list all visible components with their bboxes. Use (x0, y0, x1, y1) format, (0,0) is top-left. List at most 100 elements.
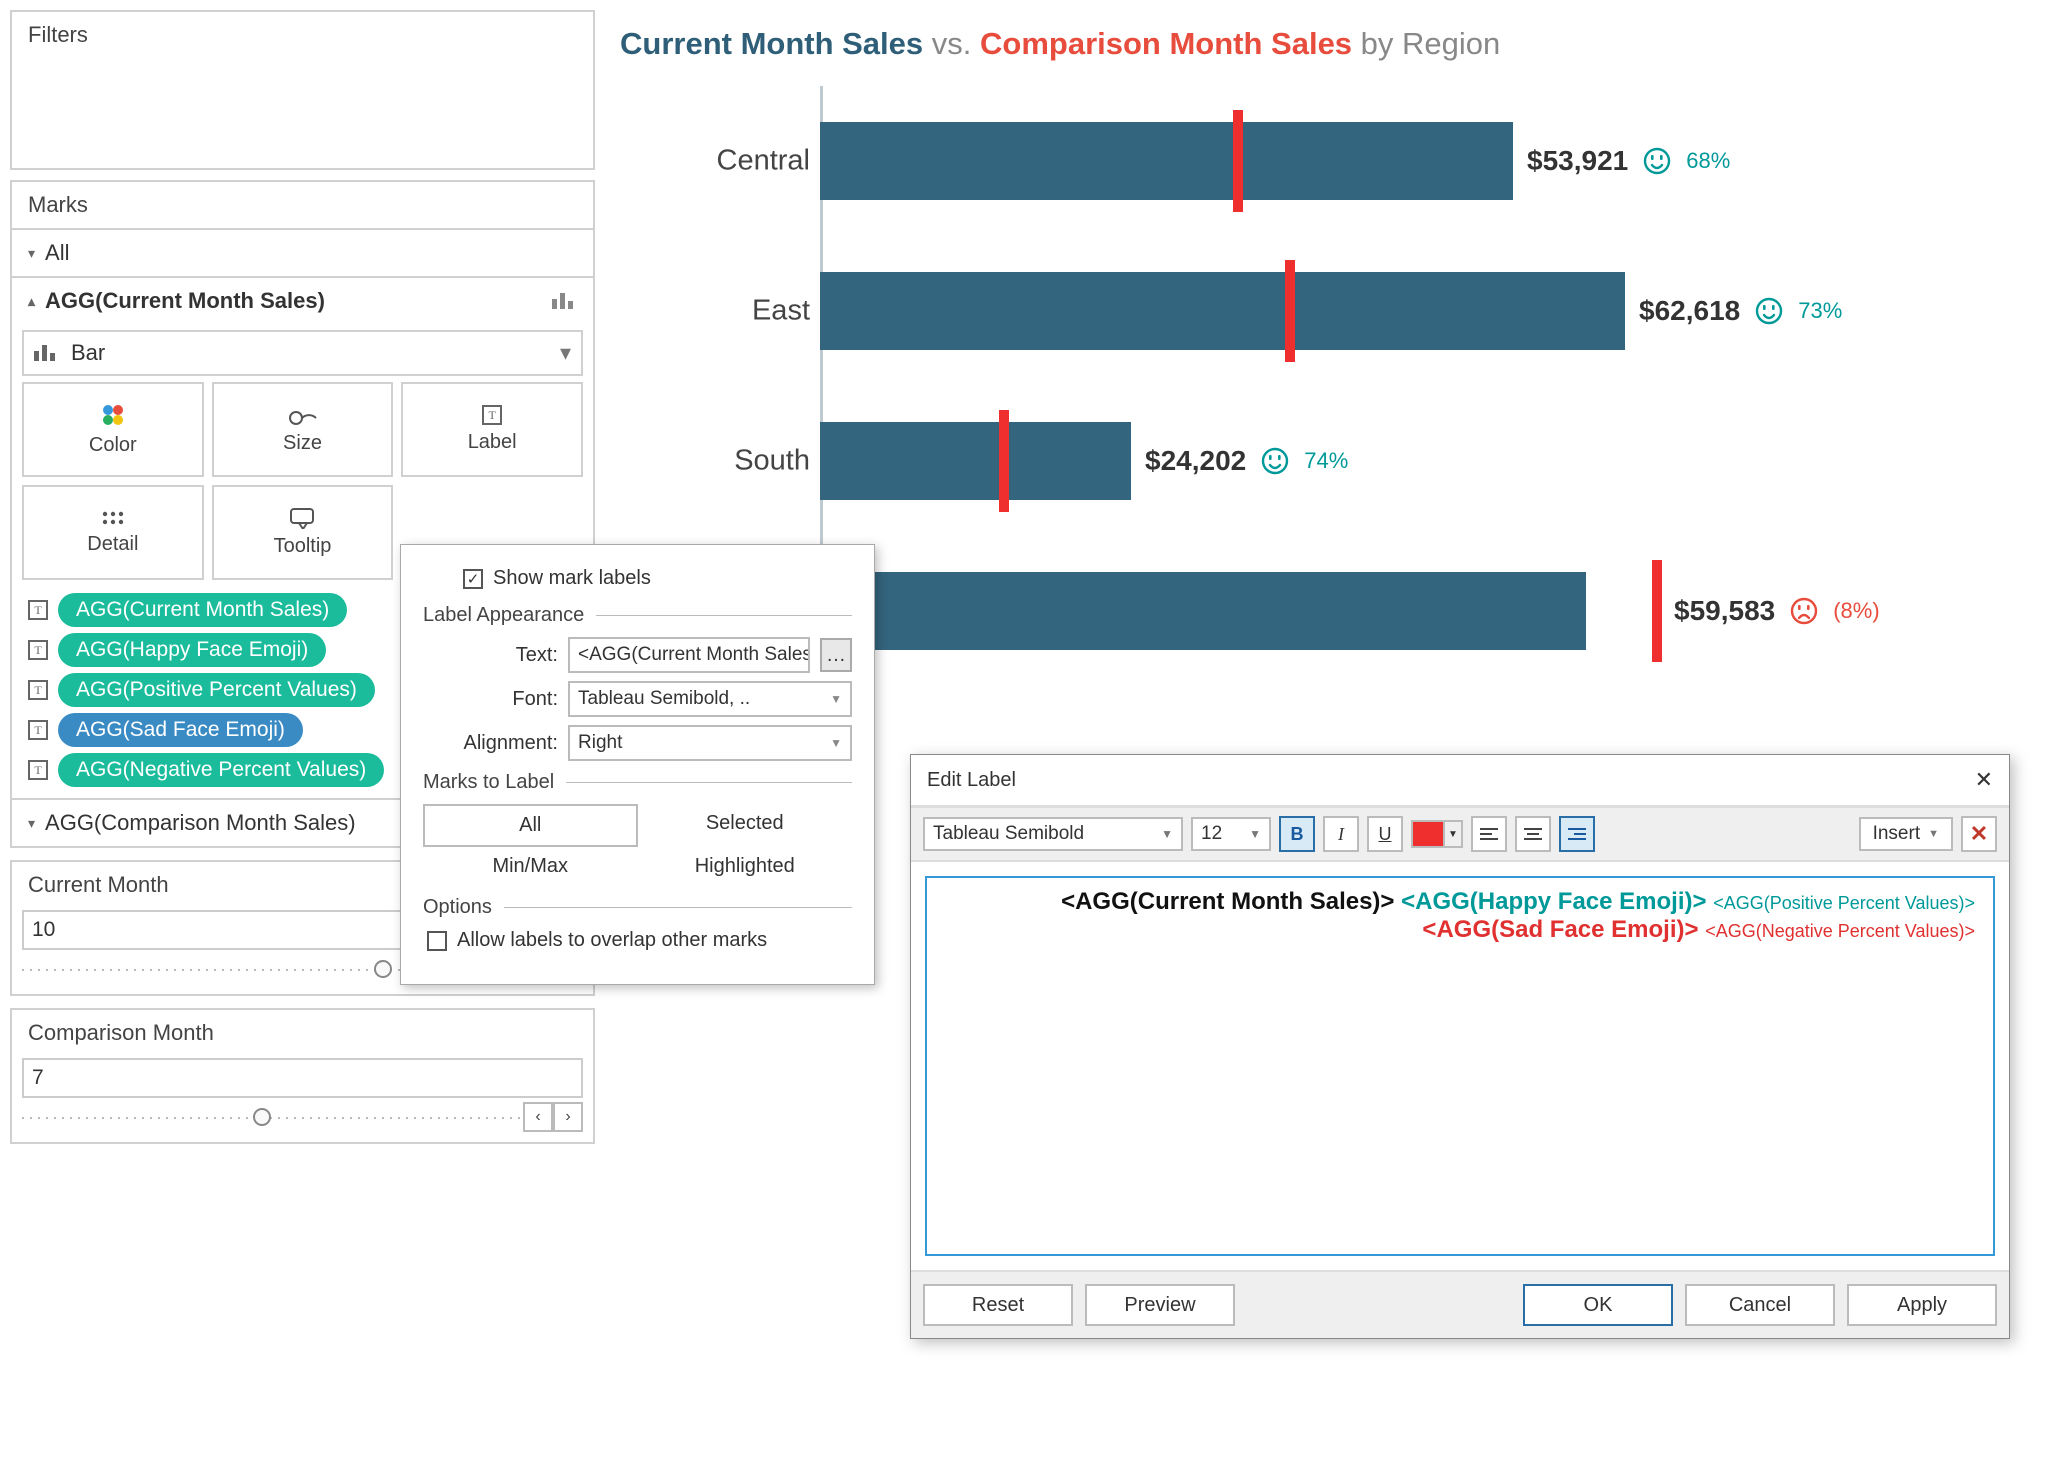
marks-to-label-minmax[interactable]: Min/Max (423, 847, 638, 886)
marks-all-label: All (45, 240, 69, 266)
current-month-bar[interactable]: $53,92168% (820, 122, 1513, 200)
value-dollar: $59,583 (1674, 595, 1775, 627)
font-dropdown[interactable]: Tableau Semibold, ..▼ (568, 681, 852, 717)
label-editor[interactable]: <AGG(Current Month Sales)> <AGG(Happy Fa… (925, 876, 1995, 1256)
title-by: by Region (1352, 26, 1500, 61)
sad-face-icon (1789, 596, 1819, 626)
color-icon (100, 402, 126, 428)
row-category-label: Central (620, 145, 810, 178)
underline-button[interactable]: U (1367, 816, 1403, 852)
marks-size-cell[interactable]: Size (212, 382, 394, 477)
size-icon (287, 404, 317, 426)
apply-button[interactable]: Apply (1847, 1284, 1997, 1326)
title-comparison: Comparison Month Sales (980, 26, 1352, 61)
slider-knob[interactable] (374, 960, 392, 978)
show-mark-labels-row[interactable]: ✓ Show mark labels (463, 567, 852, 590)
token-current-month[interactable]: <AGG(Current Month Sales)> (1061, 888, 1394, 915)
param-comparison-value[interactable]: 7 (22, 1058, 583, 1098)
cancel-button[interactable]: Cancel (1685, 1284, 1835, 1326)
chevron-down-icon: ▾ (28, 815, 35, 832)
detail-icon (100, 509, 126, 527)
mark-type-dropdown[interactable]: Bar ▾ (22, 330, 583, 376)
comparison-reference-mark[interactable] (999, 410, 1009, 512)
pill-negative-pct[interactable]: AGG(Negative Percent Values) (58, 753, 384, 787)
row-category-label: East (620, 295, 810, 328)
dialog-button-row: Reset Preview OK Cancel Apply (911, 1270, 2009, 1338)
marks-all-row[interactable]: ▾ All (12, 228, 593, 276)
ok-button[interactable]: OK (1523, 1284, 1673, 1326)
marks-detail-label: Detail (87, 533, 138, 556)
checkbox-unchecked-icon[interactable] (427, 931, 447, 951)
align-left-button[interactable] (1471, 816, 1507, 852)
insert-dropdown[interactable]: Insert▼ (1859, 817, 1953, 851)
pill-sad-emoji[interactable]: AGG(Sad Face Emoji) (58, 713, 303, 747)
dialog-title: Edit Label (927, 769, 1016, 792)
pill-positive-pct[interactable]: AGG(Positive Percent Values) (58, 673, 375, 707)
marks-color-label: Color (89, 434, 137, 457)
close-icon[interactable]: ✕ (1975, 767, 1993, 793)
marks-to-label-highlighted[interactable]: Highlighted (638, 847, 853, 886)
mark-type-value: Bar (71, 340, 105, 366)
chart-row: Central$53,92168% (820, 86, 2039, 236)
allow-overlap-row[interactable]: Allow labels to overlap other marks (427, 929, 852, 952)
preview-button[interactable]: Preview (1085, 1284, 1235, 1326)
marks-to-label-all[interactable]: All (423, 804, 638, 847)
clear-button[interactable]: ✕ (1961, 816, 1997, 852)
pill-happy-emoji[interactable]: AGG(Happy Face Emoji) (58, 633, 326, 667)
marks-label-label: Label (468, 431, 517, 454)
bold-button[interactable]: B (1279, 816, 1315, 852)
param-comparison-prev[interactable]: ‹ (523, 1102, 553, 1132)
align-center-button[interactable] (1515, 816, 1551, 852)
value-percent: 73% (1798, 298, 1842, 324)
filters-shelf[interactable]: Filters (10, 10, 595, 170)
text-field[interactable]: <AGG(Current Month Sales)> (568, 637, 810, 673)
current-month-bar[interactable]: $59,583(8%) (820, 572, 1586, 650)
color-swatch-red (1411, 820, 1443, 848)
token-sad-emoji[interactable]: <AGG(Sad Face Emoji)> (1422, 916, 1698, 943)
marks-label-cell[interactable]: T Label (401, 382, 583, 477)
font-family-dropdown[interactable]: Tableau Semibold▼ (923, 817, 1183, 851)
edit-text-button[interactable]: … (820, 638, 852, 672)
dialog-titlebar[interactable]: Edit Label ✕ (911, 755, 2009, 806)
filters-drop-area[interactable] (12, 58, 593, 168)
comparison-reference-mark[interactable] (1285, 260, 1295, 362)
pill-agg-current[interactable]: AGG(Current Month Sales) (58, 593, 347, 627)
font-label: Font: (423, 688, 558, 711)
allow-overlap-text: Allow labels to overlap other marks (457, 929, 767, 952)
bar-mark-icon (34, 345, 55, 361)
marks-color-cell[interactable]: Color (22, 382, 204, 477)
reset-button[interactable]: Reset (923, 1284, 1073, 1326)
alignment-label: Alignment: (423, 732, 558, 755)
dropdown-arrow-icon[interactable]: ▼ (1443, 820, 1463, 848)
token-positive-pct[interactable]: <AGG(Positive Percent Values)> (1713, 893, 1975, 913)
marks-tooltip-cell[interactable]: Tooltip (212, 485, 394, 580)
comparison-reference-mark[interactable] (1233, 110, 1243, 212)
alignment-dropdown[interactable]: Right▼ (568, 725, 852, 761)
token-happy-emoji[interactable]: <AGG(Happy Face Emoji)> (1401, 888, 1706, 915)
marks-agg-current-row[interactable]: ▴ AGG(Current Month Sales) (12, 276, 593, 324)
param-comparison-next[interactable]: › (553, 1102, 583, 1132)
comparison-reference-mark[interactable] (1652, 560, 1662, 662)
marks-detail-cell[interactable]: Detail (22, 485, 204, 580)
token-negative-pct[interactable]: <AGG(Negative Percent Values)> (1705, 921, 1975, 941)
checkbox-checked-icon[interactable]: ✓ (463, 569, 483, 589)
font-color-button[interactable]: ▼ (1411, 816, 1463, 852)
italic-button[interactable]: I (1323, 816, 1359, 852)
marks-agg-comparison-label: AGG(Comparison Month Sales) (45, 810, 356, 836)
chart-title: Current Month Sales vs. Comparison Month… (620, 10, 2039, 86)
chevron-up-icon: ▴ (28, 293, 35, 310)
marks-to-label-selected[interactable]: Selected (638, 804, 853, 847)
slider-knob[interactable] (253, 1108, 271, 1126)
align-right-button[interactable] (1559, 816, 1595, 852)
current-month-bar[interactable]: $62,61873% (820, 272, 1625, 350)
current-month-bar[interactable]: $24,20274% (820, 422, 1131, 500)
bar-value-label: $62,61873% (1639, 295, 1842, 327)
dialog-toolbar: Tableau Semibold▼ 12▼ B I U ▼ Insert▼ ✕ (911, 806, 2009, 862)
label-appearance-heading: Label Appearance (423, 604, 584, 627)
label-icon: T (28, 600, 48, 620)
marks-tooltip-label: Tooltip (274, 535, 332, 558)
font-size-dropdown[interactable]: 12▼ (1191, 817, 1271, 851)
label-options-popover: ✓ Show mark labels Label Appearance Text… (400, 544, 875, 985)
dropdown-arrow-icon: ▼ (830, 692, 842, 706)
param-comparison-slider[interactable] (22, 1106, 523, 1128)
